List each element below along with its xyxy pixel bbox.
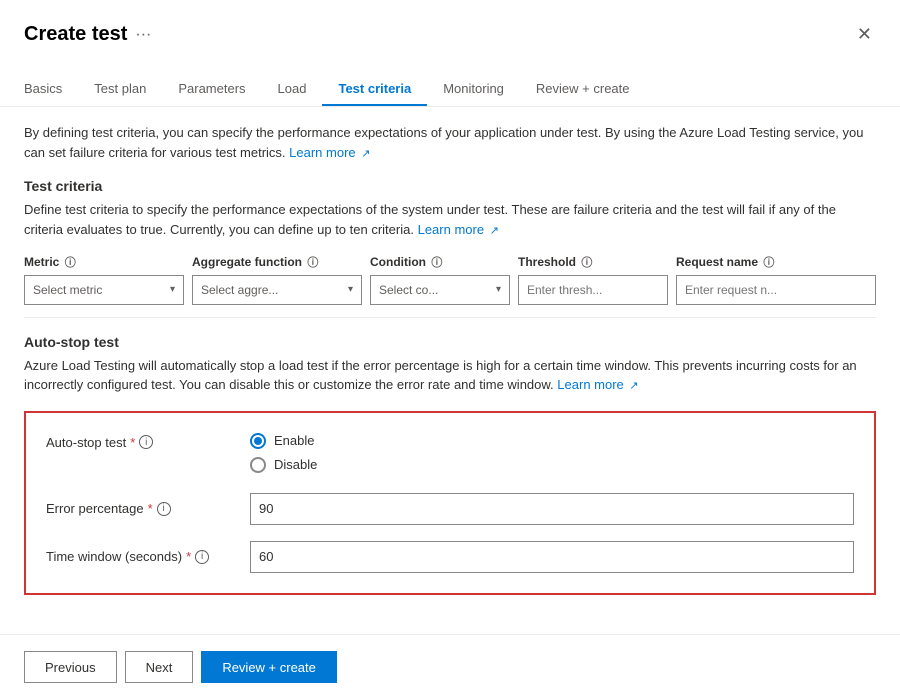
disable-radio-button[interactable] — [250, 457, 266, 473]
aggregate-chevron-icon: ▾ — [348, 284, 353, 295]
enable-radio-item[interactable]: Enable — [250, 433, 317, 449]
criteria-table-header: Metric ⓘ Aggregate function ⓘ Condition … — [24, 255, 876, 271]
next-button[interactable]: Next — [125, 651, 194, 683]
autostop-desc: Azure Load Testing will automatically st… — [24, 356, 876, 395]
autostop-settings-box: Auto-stop test * i Enable Disable — [24, 411, 876, 595]
time-window-input[interactable] — [250, 541, 854, 573]
review-create-button[interactable]: Review + create — [201, 651, 337, 683]
condition-info-icon: ⓘ — [431, 257, 442, 269]
tab-bar: Basics Test plan Parameters Load Test cr… — [0, 57, 900, 107]
main-content: By defining test criteria, you can speci… — [0, 107, 900, 634]
time-window-row: Time window (seconds) * i — [46, 541, 854, 573]
tab-test-plan[interactable]: Test plan — [78, 73, 162, 106]
aggregate-info-icon: ⓘ — [307, 257, 318, 269]
tab-test-criteria[interactable]: Test criteria — [322, 73, 427, 106]
error-percentage-input[interactable] — [250, 493, 854, 525]
test-criteria-desc: Define test criteria to specify the perf… — [24, 200, 876, 239]
autostop-required-star: * — [130, 435, 135, 450]
metric-chevron-icon: ▾ — [170, 284, 175, 295]
request-name-info-icon: ⓘ — [763, 257, 774, 269]
col-threshold: Threshold ⓘ — [518, 255, 668, 271]
error-percentage-label: Error percentage * i — [46, 501, 226, 516]
dialog-title: Create test — [24, 23, 127, 46]
test-criteria-learn-more-link[interactable]: Learn more ↗ — [418, 222, 499, 237]
condition-select[interactable]: Select co... ▾ — [370, 275, 510, 305]
tab-parameters[interactable]: Parameters — [162, 73, 261, 106]
col-condition: Condition ⓘ — [370, 255, 510, 271]
criteria-row: Select metric ▾ Select aggre... ▾ Select… — [24, 275, 876, 305]
metric-info-icon: ⓘ — [65, 257, 76, 269]
col-request-name: Request name ⓘ — [676, 255, 876, 271]
create-test-dialog: Create test ··· ✕ Basics Test plan Param… — [0, 0, 900, 699]
previous-button[interactable]: Previous — [24, 651, 117, 683]
section-divider — [24, 317, 876, 318]
dialog-header: Create test ··· ✕ — [0, 0, 900, 49]
threshold-info-icon: ⓘ — [581, 257, 592, 269]
tc-external-link-icon: ↗ — [490, 225, 499, 237]
external-link-icon: ↗ — [361, 148, 370, 160]
autostop-field-label: Auto-stop test * i — [46, 433, 226, 450]
autostop-radio-group: Enable Disable — [250, 433, 317, 473]
close-button[interactable]: ✕ — [853, 20, 876, 49]
enable-radio-label: Enable — [274, 433, 314, 448]
threshold-input[interactable] — [518, 275, 668, 305]
enable-radio-button[interactable] — [250, 433, 266, 449]
tab-review-create[interactable]: Review + create — [520, 73, 646, 106]
autostop-info-icon: i — [139, 435, 153, 449]
autostop-title: Auto-stop test — [24, 334, 876, 350]
dialog-footer: Previous Next Review + create — [0, 634, 900, 699]
request-name-input[interactable] — [676, 275, 876, 305]
error-percentage-row: Error percentage * i — [46, 493, 854, 525]
condition-chevron-icon: ▾ — [496, 284, 501, 295]
col-aggregate: Aggregate function ⓘ — [192, 255, 362, 271]
tab-basics[interactable]: Basics — [24, 73, 78, 106]
dialog-ellipsis-menu[interactable]: ··· — [135, 26, 151, 44]
autostop-external-link-icon: ↗ — [629, 380, 638, 392]
title-row: Create test ··· — [24, 23, 151, 46]
col-metric: Metric ⓘ — [24, 255, 184, 271]
autostop-learn-more-link[interactable]: Learn more ↗ — [557, 377, 638, 392]
time-window-label: Time window (seconds) * i — [46, 549, 226, 564]
error-required-star: * — [148, 501, 153, 516]
time-window-required-star: * — [186, 549, 191, 564]
tab-load[interactable]: Load — [262, 73, 323, 106]
autostop-enable-row: Auto-stop test * i Enable Disable — [46, 433, 854, 473]
intro-paragraph: By defining test criteria, you can speci… — [24, 123, 876, 162]
intro-learn-more-link[interactable]: Learn more ↗ — [289, 145, 370, 160]
time-window-info-icon: i — [195, 550, 209, 564]
disable-radio-item[interactable]: Disable — [250, 457, 317, 473]
disable-radio-label: Disable — [274, 457, 317, 472]
error-percentage-info-icon: i — [157, 502, 171, 516]
aggregate-select[interactable]: Select aggre... ▾ — [192, 275, 362, 305]
tab-monitoring[interactable]: Monitoring — [427, 73, 520, 106]
test-criteria-title: Test criteria — [24, 178, 876, 194]
metric-select[interactable]: Select metric ▾ — [24, 275, 184, 305]
